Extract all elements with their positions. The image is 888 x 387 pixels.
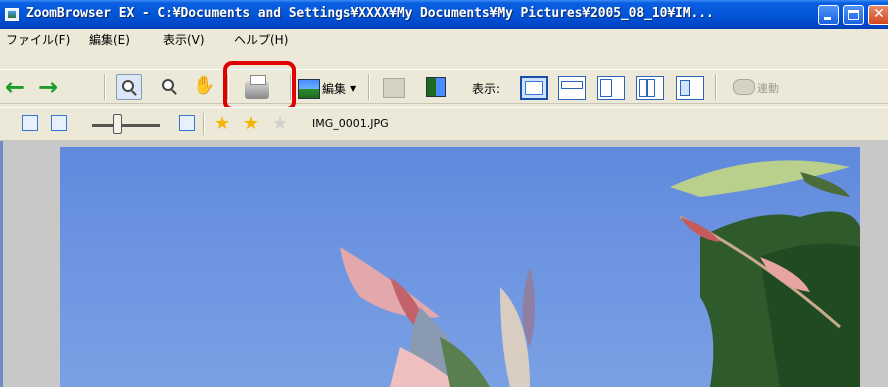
menu-help[interactable]: ヘルプ(H)	[234, 31, 288, 48]
view-label: 表示:	[472, 82, 501, 96]
zoom-in-icon	[122, 80, 134, 92]
actual-size-icon[interactable]	[179, 115, 195, 131]
print-highlight	[223, 61, 296, 111]
edit-label[interactable]: 編集	[322, 80, 346, 97]
edit-icon[interactable]	[298, 79, 320, 99]
star-icon[interactable]: ★	[214, 115, 230, 133]
link-label: 連動	[757, 82, 779, 95]
menu-bar: ファイル(F) 編集(E) 表示(V) ヘルプ(H)	[0, 29, 888, 49]
link-icon	[733, 79, 755, 95]
zoom-in-button[interactable]	[116, 74, 142, 100]
menu-view[interactable]: 表示(V)	[163, 31, 205, 48]
slideshow-icon[interactable]	[426, 77, 446, 97]
toolbar-separator	[290, 74, 292, 100]
app-icon	[5, 8, 19, 21]
toolbar-separator	[104, 74, 106, 100]
info-icon[interactable]	[51, 115, 67, 131]
minimize-button[interactable]	[818, 5, 839, 25]
toolbar-separator	[203, 113, 205, 135]
photo-image	[340, 160, 860, 387]
star-icon[interactable]: ★	[243, 115, 259, 133]
view-thumbnail-icon[interactable]	[520, 76, 548, 100]
forward-arrow-icon[interactable]: →	[38, 75, 58, 99]
menu-edit[interactable]: 編集(E)	[89, 31, 130, 48]
view-compare-icon[interactable]	[636, 76, 664, 100]
zoom-out-icon[interactable]	[162, 79, 174, 91]
view-preview-icon[interactable]	[597, 76, 625, 100]
hand-icon[interactable]: ✋	[193, 75, 215, 96]
toolbar-separator	[368, 74, 370, 100]
zoom-slider-thumb[interactable]	[113, 114, 122, 134]
zoom-slider-track[interactable]	[92, 124, 160, 127]
view-list-icon[interactable]	[558, 76, 586, 100]
zoombrowser-window: ZoomBrowser EX - C:¥Documents and Settin…	[0, 0, 888, 387]
fit-icon[interactable]	[22, 115, 38, 131]
star-icon[interactable]: ★	[272, 115, 288, 133]
menu-file[interactable]: ファイル(F)	[6, 31, 70, 48]
back-arrow-icon[interactable]: ←	[5, 75, 25, 99]
window-title: ZoomBrowser EX - C:¥Documents and Settin…	[26, 6, 714, 21]
toolbar-separator	[715, 74, 717, 100]
compare-icon	[383, 78, 405, 98]
title-bar[interactable]: ZoomBrowser EX - C:¥Documents and Settin…	[0, 0, 888, 29]
maximize-button[interactable]	[843, 5, 864, 25]
window-border	[0, 141, 3, 387]
filename-label: IMG_0001.JPG	[312, 117, 389, 130]
close-button[interactable]	[868, 5, 888, 25]
view-detail-icon[interactable]	[676, 76, 704, 100]
chevron-down-icon[interactable]: ▼	[350, 84, 356, 93]
photo-preview[interactable]	[60, 147, 860, 387]
